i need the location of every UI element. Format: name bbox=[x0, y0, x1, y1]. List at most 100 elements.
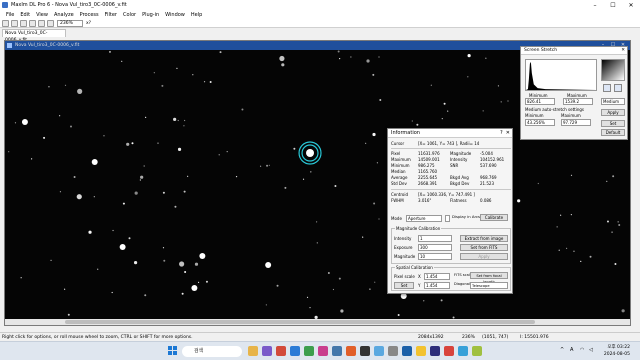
app-icon-13[interactable] bbox=[416, 346, 426, 356]
screen-stretch-title: Screen Stretch bbox=[524, 48, 558, 53]
stretch-default-button[interactable]: Default bbox=[601, 129, 625, 136]
exposure-input[interactable]: 300 bbox=[418, 244, 452, 251]
intensity-value: 104152.961 bbox=[480, 157, 505, 162]
arcsec-checkbox[interactable] bbox=[445, 215, 450, 222]
stretch-min-input[interactable]: 826.41 bbox=[525, 98, 555, 105]
menu-bar: File Edit View Analyze Process Filter Co… bbox=[0, 10, 640, 19]
app-icon-7[interactable] bbox=[332, 346, 342, 356]
scale-y-input[interactable]: 1.454 bbox=[424, 282, 450, 289]
magnitude-value: -5.004 bbox=[480, 151, 493, 156]
title-bar: MaxIm DL Pro 6 - Nova Vul_tiro3_0C-0006_… bbox=[0, 0, 640, 10]
menu-edit[interactable]: Edit bbox=[20, 12, 30, 18]
app-icon-10[interactable] bbox=[374, 346, 384, 356]
app-icon-5[interactable] bbox=[304, 346, 314, 356]
horizontal-scrollbar[interactable] bbox=[5, 319, 630, 325]
edge-icon[interactable] bbox=[290, 346, 300, 356]
auto-min-label: Minimum bbox=[525, 113, 544, 118]
intensity-label: Intensity bbox=[450, 157, 468, 162]
flatness-value: 0.086 bbox=[480, 198, 492, 203]
median-value: 1165.760 bbox=[418, 169, 438, 174]
print-icon[interactable] bbox=[29, 19, 36, 27]
app-icon-16[interactable] bbox=[458, 346, 468, 356]
diagonal-select[interactable]: Telescope bbox=[470, 282, 508, 289]
zoom-in-icon[interactable] bbox=[38, 19, 45, 27]
magnitude-label: Magnitude bbox=[450, 151, 472, 156]
reset-histogram-icon[interactable] bbox=[614, 84, 622, 92]
ime-language-indicator[interactable]: A bbox=[570, 347, 573, 353]
window-title: MaxIm DL Pro 6 - Nova Vul_tiro3_0C-0006_… bbox=[11, 2, 127, 8]
open-icon[interactable] bbox=[11, 19, 18, 27]
app-icon-9[interactable] bbox=[360, 346, 370, 356]
information-close-button[interactable]: ✕ bbox=[506, 130, 510, 136]
image-icon bbox=[7, 43, 12, 48]
calibrate-button[interactable]: Calibrate bbox=[480, 214, 508, 221]
average-value: 2255.645 bbox=[418, 175, 438, 180]
auto-max-input[interactable]: 97.729 bbox=[561, 119, 591, 126]
stretch-mode-select[interactable]: Medium bbox=[601, 98, 625, 105]
system-clock[interactable]: 오후 03:22 2024-08-05 bbox=[604, 344, 630, 358]
scale-x-label: X bbox=[418, 274, 421, 279]
menu-process[interactable]: Process bbox=[80, 12, 99, 18]
scale-y-label: Y bbox=[418, 283, 421, 288]
app-icon-3[interactable] bbox=[276, 346, 286, 356]
menu-analyze[interactable]: Analyze bbox=[54, 12, 74, 18]
menu-file[interactable]: File bbox=[6, 12, 14, 18]
app-icon-17[interactable] bbox=[472, 346, 482, 356]
app-icon-2[interactable] bbox=[262, 346, 272, 356]
histogram[interactable] bbox=[525, 59, 597, 91]
app-icon-11[interactable] bbox=[388, 346, 398, 356]
screen-stretch-close-button[interactable]: ✕ bbox=[621, 47, 625, 54]
zoom-out-icon[interactable] bbox=[47, 19, 54, 27]
taskbar-search[interactable]: 검색 bbox=[182, 346, 242, 357]
stretch-set-button[interactable]: Set bbox=[601, 120, 625, 127]
app-icon-15[interactable] bbox=[444, 346, 454, 356]
volume-icon[interactable]: ◁ bbox=[589, 347, 593, 353]
bkgd-avg-label: Bkgd Avg bbox=[450, 175, 469, 180]
set-from-focal-button[interactable]: Set from focal length bbox=[470, 272, 508, 284]
menu-filter[interactable]: Filter bbox=[105, 12, 117, 18]
app-icon-6[interactable] bbox=[318, 346, 328, 356]
zoom-histogram-icon[interactable] bbox=[603, 84, 611, 92]
menu-color[interactable]: Color bbox=[123, 12, 136, 18]
snr-label: SNR bbox=[450, 163, 459, 168]
mag-apply-button[interactable]: Apply bbox=[460, 253, 508, 260]
file-explorer-icon[interactable] bbox=[248, 346, 258, 356]
scale-x-input[interactable]: 1.454 bbox=[424, 273, 450, 280]
zoom-select[interactable]: 236% bbox=[57, 19, 83, 27]
toolbar-extra[interactable]: x? bbox=[86, 21, 91, 26]
new-icon[interactable] bbox=[2, 19, 9, 27]
mag-magnitude-input[interactable]: 10 bbox=[418, 253, 452, 260]
document-tab[interactable]: Nova Vul_tiro3_0C-0006_v.fit bbox=[2, 29, 66, 43]
tray-chevron-icon[interactable]: ^ bbox=[560, 347, 564, 353]
information-title: Information bbox=[391, 130, 420, 136]
extract-from-image-button[interactable]: Extract from image bbox=[460, 235, 508, 242]
information-help-button[interactable]: ? bbox=[500, 130, 503, 136]
fwhm-label: FWHM bbox=[391, 198, 404, 203]
stretch-max-input[interactable]: 1539.2 bbox=[563, 98, 593, 105]
menu-plugin[interactable]: Plug-in bbox=[142, 12, 159, 18]
auto-max-label: Maximum bbox=[561, 113, 581, 118]
mag-intensity-input[interactable]: 1 bbox=[418, 235, 452, 242]
maximize-button[interactable]: ☐ bbox=[604, 0, 622, 10]
close-button[interactable]: ✕ bbox=[622, 0, 640, 10]
stretch-apply-button[interactable]: Apply bbox=[601, 109, 625, 116]
minimize-button[interactable]: – bbox=[586, 0, 604, 10]
menu-window[interactable]: Window bbox=[165, 12, 185, 18]
taskbar: 검색 ^ A ◠ ◁ 오후 03:22 2024-08-05 bbox=[0, 341, 640, 360]
mode-select[interactable]: Aperture bbox=[406, 215, 442, 222]
bkgd-avg-value: 968.769 bbox=[480, 175, 497, 180]
wifi-icon[interactable]: ◠ bbox=[580, 347, 584, 353]
app-icon-8[interactable] bbox=[346, 346, 356, 356]
set-from-fits-button[interactable]: Set from FITS bbox=[460, 244, 508, 251]
windows-start-icon[interactable] bbox=[168, 346, 178, 356]
maxim-dl-taskbar-icon[interactable] bbox=[402, 346, 412, 356]
menu-help[interactable]: Help bbox=[191, 12, 202, 18]
save-icon[interactable] bbox=[20, 19, 27, 27]
app-icon-14[interactable] bbox=[430, 346, 440, 356]
stretch-preview bbox=[601, 59, 625, 81]
auto-min-input[interactable]: 43.256% bbox=[525, 119, 555, 126]
maximum-label: Maximum bbox=[391, 157, 411, 162]
menu-view[interactable]: View bbox=[36, 12, 48, 18]
spatial-set-button[interactable]: Set bbox=[394, 282, 414, 289]
toolbar: 236% x? bbox=[0, 19, 640, 28]
